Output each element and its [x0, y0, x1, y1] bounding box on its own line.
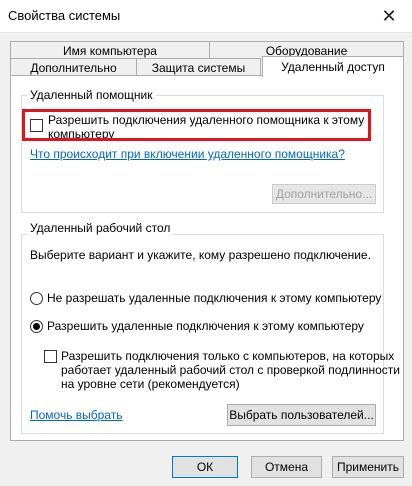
allow-remote-radio[interactable]	[30, 320, 43, 333]
remote-assistance-group-title: Удаленный помощник	[27, 88, 156, 102]
nla-label-line2[interactable]: работает удаленный рабочий стол с провер…	[61, 363, 400, 377]
tab-advanced[interactable]: Дополнительно	[10, 58, 137, 76]
remote-desktop-instruction: Выберите вариант и укажите, кому разреше…	[30, 248, 371, 262]
nla-checkbox[interactable]	[44, 350, 57, 363]
highlight-box	[22, 109, 371, 141]
tab-remote[interactable]: Удаленный доступ	[262, 56, 404, 77]
apply-button[interactable]: Применить	[332, 456, 404, 478]
ok-button[interactable]: ОК	[172, 456, 238, 478]
window-title: Свойства системы	[8, 8, 121, 23]
apply-button-label: Применить	[336, 460, 399, 474]
select-users-button-label: Выбрать пользователей...	[229, 408, 374, 422]
tab-computer-name[interactable]: Имя компьютера	[10, 41, 210, 59]
advanced-button[interactable]: Дополнительно...	[272, 184, 376, 204]
close-icon[interactable]: ✕	[366, 0, 412, 32]
allow-remote-label[interactable]: Разрешить удаленные подключения к этому …	[47, 319, 364, 333]
advanced-button-label: Дополнительно...	[275, 187, 373, 201]
help-choose-link[interactable]: Помочь выбрать	[30, 408, 123, 422]
tab-label: Дополнительно	[30, 61, 117, 75]
deny-remote-label[interactable]: Не разрешать удаленные подключения к это…	[47, 291, 381, 305]
select-users-button[interactable]: Выбрать пользователей...	[227, 404, 376, 426]
cancel-button[interactable]: Отмена	[251, 456, 322, 478]
tab-label: Удаленный доступ	[281, 60, 385, 74]
radio-selected-dot	[33, 323, 40, 330]
deny-remote-radio[interactable]	[30, 292, 43, 305]
nla-label-line1[interactable]: Разрешить подключения только с компьютер…	[61, 349, 394, 363]
ok-button-label: ОК	[196, 460, 214, 474]
tab-system-protection[interactable]: Защита системы	[136, 58, 261, 76]
cancel-button-label: Отмена	[264, 460, 309, 474]
remote-desktop-group-title: Удаленный рабочий стол	[27, 221, 174, 235]
tab-label: Имя компьютера	[63, 44, 157, 58]
remote-assistance-help-link[interactable]: Что происходит при включении удаленного …	[30, 147, 345, 161]
tab-label: Защита системы	[151, 61, 246, 75]
title-bar: Свойства системы ✕	[0, 0, 412, 33]
nla-label-line3[interactable]: на уровне сети (рекомендуется)	[61, 377, 240, 391]
